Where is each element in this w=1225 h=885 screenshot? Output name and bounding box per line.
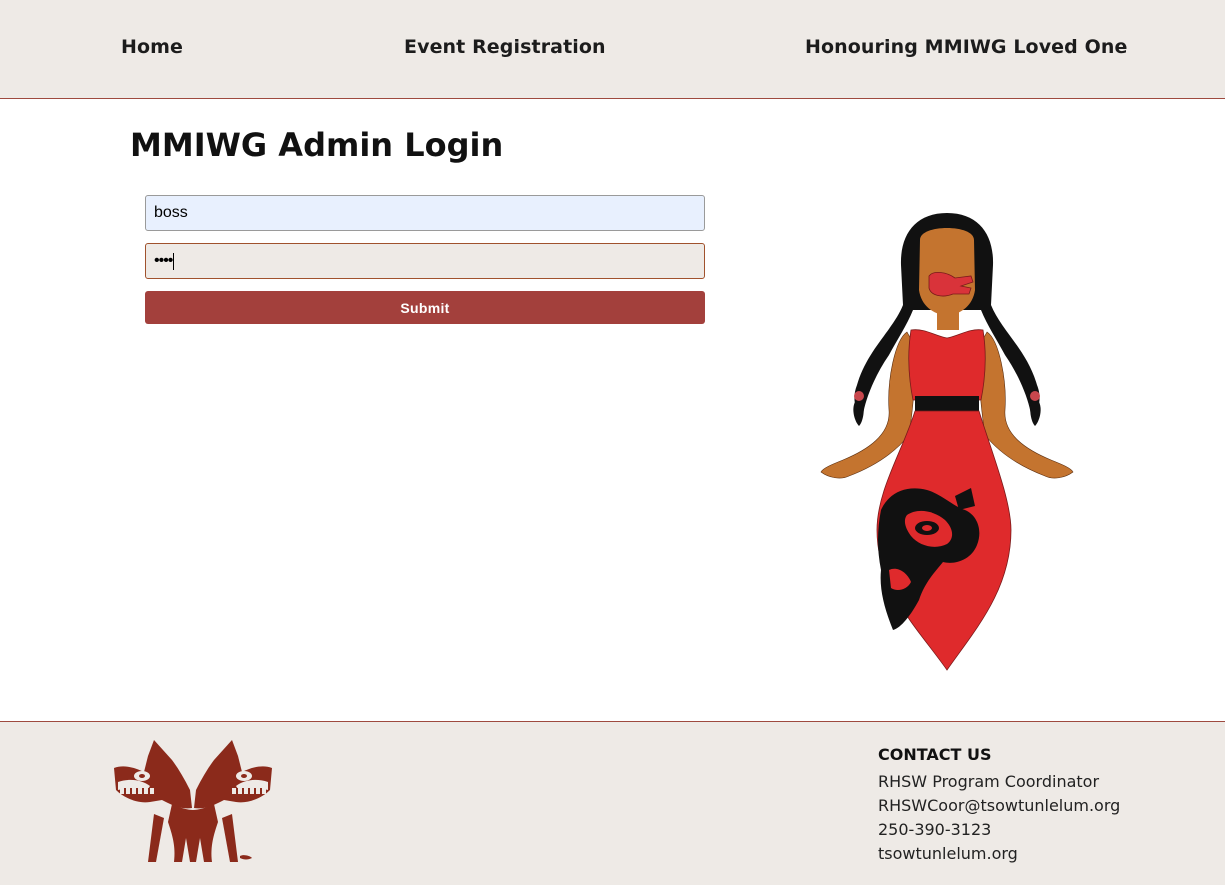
username-input[interactable]: boss bbox=[145, 195, 705, 231]
nav-home-link[interactable]: Home bbox=[121, 36, 183, 58]
contact-heading: CONTACT US bbox=[878, 745, 992, 764]
text-caret bbox=[173, 252, 175, 270]
password-input[interactable]: •••• bbox=[145, 243, 705, 279]
top-nav: Home Event Registration Honouring MMIWG … bbox=[0, 0, 1225, 99]
red-dress-woman-illustration bbox=[820, 213, 1074, 671]
footer: CONTACT US RHSW Program Coordinator RHSW… bbox=[0, 721, 1225, 885]
contact-block: CONTACT US RHSW Program Coordinator RHSW… bbox=[878, 745, 1120, 866]
nav-honouring-link[interactable]: Honouring MMIWG Loved One bbox=[805, 36, 1127, 58]
page-title: MMIWG Admin Login bbox=[130, 126, 504, 164]
twin-wolf-logo-icon bbox=[114, 740, 272, 862]
nav-event-registration-link[interactable]: Event Registration bbox=[404, 36, 606, 58]
password-value: •••• bbox=[154, 252, 173, 269]
contact-phone[interactable]: 250-390-3123 bbox=[878, 818, 1120, 842]
submit-button[interactable]: Submit bbox=[145, 291, 705, 324]
contact-website[interactable]: tsowtunlelum.org bbox=[878, 842, 1120, 866]
contact-role: RHSW Program Coordinator bbox=[878, 772, 1100, 791]
username-value: boss bbox=[154, 204, 188, 221]
contact-email[interactable]: RHSWCoor@tsowtunlelum.org bbox=[878, 794, 1120, 818]
